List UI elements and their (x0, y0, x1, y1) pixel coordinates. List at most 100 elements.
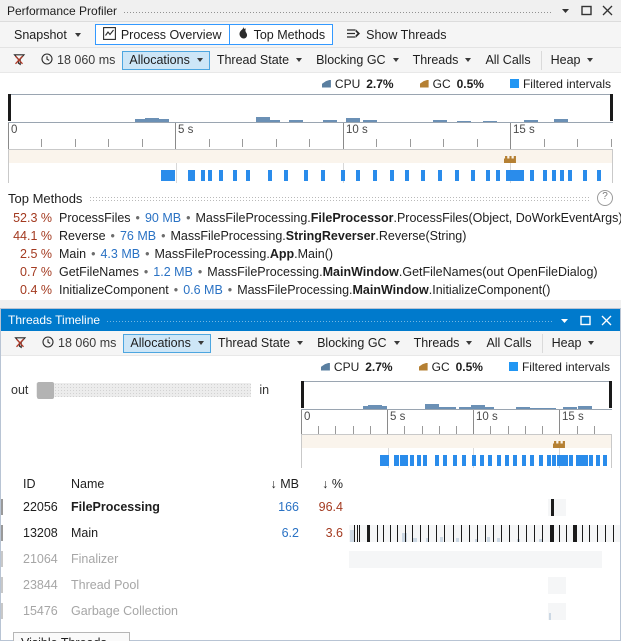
allocation-marker[interactable] (208, 170, 212, 181)
allocation-marker[interactable] (543, 170, 547, 181)
zoom-slider-thumb[interactable] (37, 382, 55, 399)
thread-timeline-cell[interactable] (349, 494, 620, 520)
allocation-marker[interactable] (219, 170, 223, 181)
allocation-marker[interactable] (304, 170, 308, 181)
thread-state-dropdown[interactable]: Thread State (211, 334, 310, 353)
allocation-marker[interactable] (405, 170, 409, 181)
clear-filter-icon[interactable] (7, 334, 35, 353)
column-header-mb[interactable]: ↓ MB (243, 477, 299, 491)
allocation-marker[interactable] (410, 455, 414, 466)
allocation-marker[interactable] (552, 170, 556, 181)
allocations-dropdown[interactable]: Allocations (123, 333, 211, 353)
column-header-name[interactable]: Name (71, 477, 243, 491)
allocation-marker[interactable] (589, 455, 593, 466)
top-method-memory[interactable]: 76 MB (120, 229, 156, 243)
gc-event-marker[interactable] (553, 441, 565, 448)
overview-left-handle[interactable] (301, 381, 304, 408)
allocation-marker[interactable] (373, 170, 377, 181)
top-method-row[interactable]: 0.4 % InitializeComponent • 0.6 MB • MassFile… (0, 283, 621, 301)
top-method-row[interactable]: 52.3 % ProcessFiles • 90 MB • MassFileProcess… (0, 211, 621, 229)
all-calls-button[interactable]: All Calls (478, 51, 537, 70)
top-method-memory[interactable]: 1.2 MB (153, 265, 193, 279)
window1-dropdown-icon[interactable] (559, 4, 572, 17)
allocation-marker[interactable] (583, 170, 587, 181)
allocation-marker[interactable] (390, 170, 394, 181)
blocking-gc-dropdown[interactable]: Blocking GC (310, 334, 406, 353)
panel-splitter[interactable] (0, 300, 621, 308)
window1-close-icon[interactable] (601, 4, 614, 17)
window1-maximize-icon[interactable] (580, 4, 593, 17)
allocation-marker[interactable] (569, 455, 573, 466)
allocation-marker[interactable] (480, 455, 484, 466)
allocation-marker[interactable] (423, 455, 427, 466)
top-method-row[interactable]: 2.5 % Main • 4.3 MB • MassFileProcessing.App.… (0, 247, 621, 265)
allocation-marker[interactable] (560, 170, 564, 181)
allocation-marker[interactable] (284, 170, 288, 181)
allocations-dropdown[interactable]: Allocations (122, 50, 210, 70)
allocation-marker[interactable] (471, 170, 475, 181)
allocation-marker[interactable] (435, 455, 439, 466)
allocation-marker[interactable] (568, 170, 572, 181)
process-overview-graph[interactable] (8, 94, 613, 123)
zoom-slider[interactable] (36, 382, 252, 399)
allocation-marker[interactable] (341, 170, 345, 181)
show-threads-button[interactable]: Show Threads (339, 24, 453, 45)
allocation-marker[interactable] (462, 455, 466, 466)
top-methods-tab[interactable]: Top Methods (229, 24, 334, 45)
thread-row[interactable]: 22056 FileProcessing 166 96.4 (1, 494, 620, 520)
allocation-marker[interactable] (233, 170, 237, 181)
allocation-marker[interactable] (417, 455, 421, 466)
thread-timeline-cell[interactable] (349, 546, 620, 572)
visible-threads-button[interactable]: Visible Threads (13, 632, 130, 641)
threads-dropdown[interactable]: Threads (406, 51, 479, 70)
allocation-marker[interactable] (603, 455, 607, 466)
top-method-memory[interactable]: 90 MB (145, 211, 181, 225)
overview-right-handle[interactable] (609, 381, 612, 408)
allocation-marker[interactable] (421, 170, 425, 181)
thread-row[interactable]: 15476 Garbage Collection (1, 598, 620, 624)
thread-state-dropdown[interactable]: Thread State (210, 51, 309, 70)
thread-row[interactable]: 13208 Main 6.2 3.6 (1, 520, 620, 546)
all-calls-button[interactable]: All Calls (479, 334, 538, 353)
allocation-marker[interactable] (530, 170, 534, 181)
allocation-marker[interactable] (321, 170, 325, 181)
threads-dropdown[interactable]: Threads (407, 334, 480, 353)
blocking-gc-dropdown[interactable]: Blocking GC (309, 51, 405, 70)
allocation-marker[interactable] (497, 455, 501, 466)
allocation-marker[interactable] (201, 170, 205, 181)
allocation-marker[interactable] (520, 170, 524, 181)
window2-dropdown-icon[interactable] (558, 314, 571, 327)
thread-timeline-cell[interactable] (349, 520, 620, 546)
allocation-marker[interactable] (472, 455, 476, 466)
allocation-timeline[interactable] (8, 149, 613, 183)
allocation-marker[interactable] (496, 170, 500, 181)
allocation-marker[interactable] (513, 455, 517, 466)
snapshot-button[interactable]: Snapshot (7, 24, 88, 45)
top-method-row[interactable]: 44.1 % Reverse • 76 MB • MassFileProcessing.S… (0, 229, 621, 247)
allocation-marker[interactable] (564, 455, 568, 466)
thread-row[interactable]: 21064 Finalizer (1, 546, 620, 572)
allocation-marker[interactable] (404, 455, 408, 466)
thread-checkbox[interactable] (1, 603, 3, 619)
heap-dropdown[interactable]: Heap (540, 50, 601, 70)
overview-right-handle[interactable] (610, 94, 613, 121)
allocation-marker[interactable] (356, 170, 360, 181)
gc-event-marker[interactable] (504, 156, 516, 163)
clear-filter-icon[interactable] (6, 51, 34, 70)
window2-close-icon[interactable] (600, 314, 613, 327)
top-method-memory[interactable]: 0.6 MB (183, 283, 223, 297)
allocation-marker[interactable] (530, 455, 534, 466)
allocation-marker[interactable] (385, 455, 389, 466)
allocation-marker[interactable] (522, 455, 526, 466)
allocation-marker[interactable] (191, 170, 195, 181)
allocation-marker[interactable] (505, 455, 509, 466)
allocation-marker[interactable] (268, 170, 272, 181)
allocation-marker[interactable] (453, 455, 457, 466)
allocation-marker[interactable] (547, 455, 551, 466)
thread-row[interactable]: 23844 Thread Pool (1, 572, 620, 598)
allocation-marker[interactable] (596, 455, 600, 466)
allocation-marker[interactable] (539, 455, 543, 466)
column-header-pct[interactable]: ↓ % (299, 477, 349, 491)
thread-checkbox[interactable] (1, 551, 3, 567)
threads-overview-graph[interactable] (301, 381, 612, 410)
